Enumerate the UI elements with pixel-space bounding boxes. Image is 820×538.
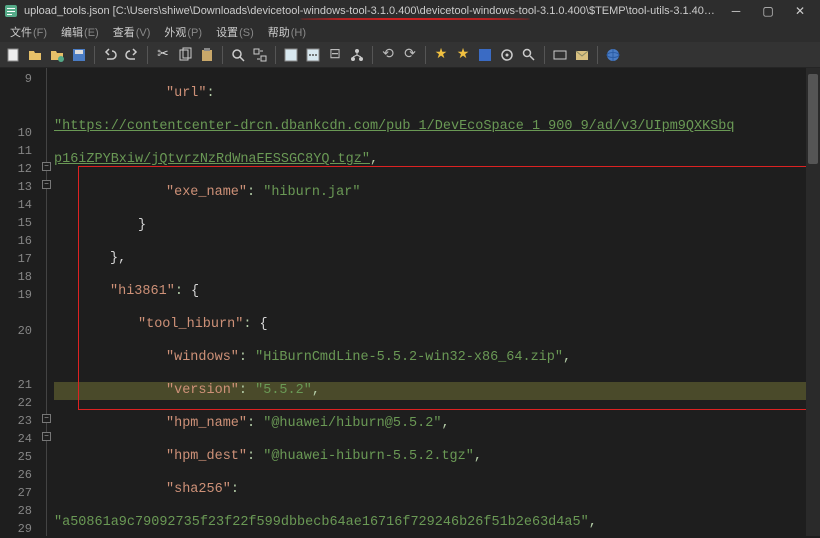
line-number: 14 bbox=[0, 196, 32, 214]
line-number: 15 bbox=[0, 214, 32, 232]
menu-appearance[interactable]: 外观(P) bbox=[158, 22, 208, 42]
fold-marker[interactable]: − bbox=[42, 180, 51, 189]
editor[interactable]: 9 10 11 12 13 14 15 16 17 18 19 20 21 22… bbox=[0, 68, 820, 536]
toolbar-separator bbox=[222, 46, 223, 64]
redo-icon[interactable] bbox=[123, 46, 141, 64]
replace-icon[interactable] bbox=[251, 46, 269, 64]
find-icon[interactable] bbox=[229, 46, 247, 64]
cut-icon[interactable]: ✂ bbox=[154, 46, 172, 64]
line-number: 18 bbox=[0, 268, 32, 286]
line-number: 22 bbox=[0, 394, 32, 412]
recent-icon[interactable] bbox=[48, 46, 66, 64]
line-number: 29 bbox=[0, 520, 32, 538]
toolbar-separator bbox=[372, 46, 373, 64]
titlebar: upload_tools.json [C:\Users\shiwe\Downlo… bbox=[0, 0, 820, 22]
zoom-in-icon[interactable]: ⟳ bbox=[401, 46, 419, 64]
window-controls: ─ ▢ ✕ bbox=[720, 0, 816, 22]
rect-icon[interactable] bbox=[551, 46, 569, 64]
tool-blue-icon[interactable] bbox=[476, 46, 494, 64]
whitespace-icon[interactable] bbox=[304, 46, 322, 64]
scrollbar-thumb[interactable] bbox=[808, 74, 818, 164]
line-number: 12 bbox=[0, 160, 32, 178]
tree-icon[interactable] bbox=[348, 46, 366, 64]
fold-marker[interactable]: − bbox=[42, 162, 51, 171]
mail-icon[interactable] bbox=[573, 46, 591, 64]
browser-icon[interactable] bbox=[604, 46, 622, 64]
line-number: 28 bbox=[0, 502, 32, 520]
toolbar-separator bbox=[425, 46, 426, 64]
code-area[interactable]: "url": "https://contentcenter-drcn.dbank… bbox=[54, 68, 820, 536]
line-number: 10 bbox=[0, 124, 32, 142]
line-number: 13 bbox=[0, 178, 32, 196]
menu-edit[interactable]: 编辑(E) bbox=[55, 22, 105, 42]
line-number bbox=[0, 304, 32, 322]
save-icon[interactable] bbox=[70, 46, 88, 64]
app-icon bbox=[4, 4, 18, 18]
line-number bbox=[0, 340, 32, 376]
word-wrap-icon[interactable] bbox=[282, 46, 300, 64]
fold-column: − − − − bbox=[40, 68, 54, 536]
copy-icon[interactable] bbox=[176, 46, 194, 64]
gutter: 9 10 11 12 13 14 15 16 17 18 19 20 21 22… bbox=[0, 68, 40, 536]
close-button[interactable]: ✕ bbox=[784, 0, 816, 22]
toolbar-separator bbox=[597, 46, 598, 64]
maximize-button[interactable]: ▢ bbox=[752, 0, 784, 22]
toolbar-separator bbox=[94, 46, 95, 64]
menu-settings[interactable]: 设置(S) bbox=[210, 22, 260, 42]
toolbar-separator bbox=[275, 46, 276, 64]
line-number: 24 bbox=[0, 430, 32, 448]
menubar: 文件(F) 编辑(E) 查看(V) 外观(P) 设置(S) 帮助(H) bbox=[0, 22, 820, 42]
zoom-out-icon[interactable]: ⟲ bbox=[379, 46, 397, 64]
line-number: 16 bbox=[0, 232, 32, 250]
line-number: 17 bbox=[0, 250, 32, 268]
window-title: upload_tools.json [C:\Users\shiwe\Downlo… bbox=[24, 5, 720, 17]
line-number: 27 bbox=[0, 484, 32, 502]
line-number: 9 bbox=[0, 70, 32, 88]
minimize-button[interactable]: ─ bbox=[720, 0, 752, 22]
line-number: 20 bbox=[0, 322, 32, 340]
paste-icon[interactable] bbox=[198, 46, 216, 64]
line-number bbox=[0, 88, 32, 124]
toolbar-separator bbox=[544, 46, 545, 64]
menu-file[interactable]: 文件(F) bbox=[4, 22, 53, 42]
line-number: 26 bbox=[0, 466, 32, 484]
menu-view[interactable]: 查看(V) bbox=[107, 22, 157, 42]
line-number: 19 bbox=[0, 286, 32, 304]
undo-icon[interactable] bbox=[101, 46, 119, 64]
toolbar: ✂ ⊟ ⟲ ⟳ ★ ★ bbox=[0, 42, 820, 68]
star-icon[interactable]: ★ bbox=[432, 46, 450, 64]
line-number: 25 bbox=[0, 448, 32, 466]
menu-help[interactable]: 帮助(H) bbox=[262, 22, 312, 42]
line-number: 23 bbox=[0, 412, 32, 430]
find-scope-icon[interactable] bbox=[498, 46, 516, 64]
fold-marker[interactable]: − bbox=[42, 414, 51, 423]
new-file-icon[interactable] bbox=[4, 46, 22, 64]
ruler-icon[interactable]: ⊟ bbox=[326, 46, 344, 64]
star-plus-icon[interactable]: ★ bbox=[454, 46, 472, 64]
find-next-icon[interactable] bbox=[520, 46, 538, 64]
toolbar-separator bbox=[147, 46, 148, 64]
line-number: 21 bbox=[0, 376, 32, 394]
open-file-icon[interactable] bbox=[26, 46, 44, 64]
fold-marker[interactable]: − bbox=[42, 432, 51, 441]
line-number: 11 bbox=[0, 142, 32, 160]
vertical-scrollbar[interactable] bbox=[806, 68, 820, 536]
